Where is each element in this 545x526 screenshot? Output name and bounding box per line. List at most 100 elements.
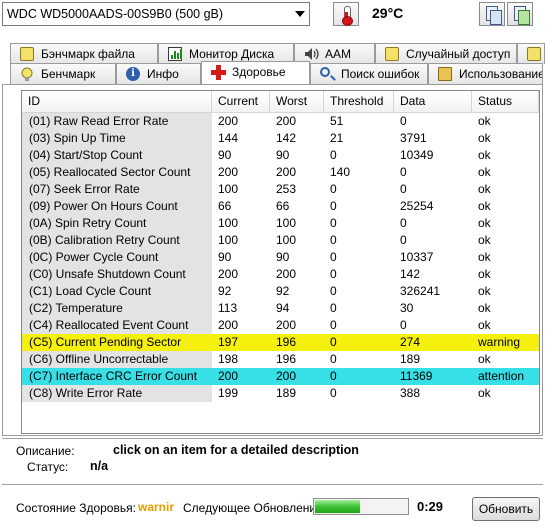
table-row[interactable]: (C6) Offline Uncorrectable 198 196 0 189 ok [22,351,539,368]
column-header-id[interactable]: ID [22,91,212,113]
table-cell: ok [478,352,491,366]
table-row[interactable]: (C0) Unsafe Shutdown Count 200 200 0 142 ok [22,266,539,283]
table-cell: 0 [330,352,337,366]
table-cell: (0B) Calibration Retry Count [22,232,212,249]
tab-label: Бенчмарк [41,67,96,81]
table-cell: 0 [400,318,407,332]
table-cell: 200 [276,114,297,128]
thermometer-icon[interactable] [333,2,359,26]
tab-back-0[interactable]: Бэнчмарк файла [10,43,158,64]
table-cell: 0 [330,369,337,383]
chevron-down-icon[interactable] [295,11,305,17]
table-cell: ok [478,284,491,298]
tab-0[interactable]: Бенчмарк [10,63,116,84]
export-icon[interactable] [507,2,533,26]
table-cell: (C6) Offline Uncorrectable [22,351,212,368]
table-cell: (C7) Interface CRC Error Count [22,368,212,385]
table-cell: 198 [218,352,239,366]
copy-icon[interactable] [479,2,505,26]
table-cell: 100 [276,233,297,247]
table-row[interactable]: (0B) Calibration Retry Count 100 100 0 0 ok [22,232,539,249]
table-row[interactable]: (01) Raw Read Error Rate 200 200 51 0 ok [22,113,539,130]
table-cell: 388 [400,386,421,400]
column-header-current[interactable]: Current [212,91,270,113]
table-cell: 200 [276,165,297,179]
table-cell: 142 [276,131,297,145]
next-update-progress [313,498,409,515]
table-cell: 0 [400,114,407,128]
tab-2[interactable]: Здоровье [201,61,310,84]
table-cell: 100 [218,182,239,196]
table-cell: 0 [330,199,337,213]
table-row[interactable]: (C4) Reallocated Event Count 200 200 0 0 ok [22,317,539,334]
table-cell: 189 [400,352,421,366]
table-cell: 200 [276,369,297,383]
tab-back-label: AAM [325,47,352,61]
table-cell: 0 [400,233,407,247]
table-row[interactable]: (03) Spin Up Time 144 142 21 3791 ok [22,130,539,147]
table-cell: 90 [218,250,232,264]
table-cell: 0 [330,284,337,298]
tab-label: Здоровье [232,65,286,79]
column-header-data[interactable]: Data [394,91,472,113]
table-cell: 0 [400,216,407,230]
table-row[interactable]: (05) Reallocated Sector Count 200 200 140 0 o… [22,164,539,181]
tab-back-4[interactable]: Э [517,43,545,64]
table-cell: 10349 [400,148,434,162]
tab-1[interactable]: i Инфо [116,63,201,84]
table-cell: 142 [400,267,421,281]
divider [2,438,543,439]
table-cell: 0 [330,216,337,230]
table-row[interactable]: (C5) Current Pending Sector 197 196 0 274 war… [22,334,539,351]
tab-label: Инфо [147,67,179,81]
table-row[interactable]: (0A) Spin Retry Count 100 100 0 0 ok [22,215,539,232]
tab-label: Использование [459,67,543,81]
table-row[interactable]: (09) Power On Hours Count 66 66 0 25254 ok [22,198,539,215]
tab-back-3[interactable]: Случайный доступ [375,43,517,64]
health-status-label: Состояние Здоровья: [16,501,136,515]
tab-back-label: Бэнчмарк файла [41,47,135,61]
status-value: n/a [90,459,109,473]
table-cell: (C1) Load Cycle Count [22,283,212,300]
table-cell: 144 [218,131,239,145]
table-row[interactable]: (04) Start/Stop Count 90 90 0 10349 ok [22,147,539,164]
table-row[interactable]: (0C) Power Cycle Count 90 90 0 10337 ok [22,249,539,266]
table-cell: 0 [330,386,337,400]
table-cell: 274 [400,335,421,349]
table-cell: 200 [218,267,239,281]
table-cell: (03) Spin Up Time [22,130,212,147]
table-cell: 100 [276,216,297,230]
table-cell: ok [478,182,491,196]
divider [2,484,543,485]
table-row[interactable]: (07) Seek Error Rate 100 253 0 0 ok [22,181,539,198]
table-cell: 197 [218,335,239,349]
next-update-label: Следующее Обновление: [183,501,327,515]
table-cell: 100 [218,216,239,230]
drive-select[interactable]: WDC WD5000AADS-00S9B0 (500 gB) [2,2,310,26]
table-row[interactable]: (C2) Temperature 113 94 0 30 ok [22,300,539,317]
table-row[interactable]: (C7) Interface CRC Error Count 200 200 0 113… [22,368,539,385]
table-row[interactable]: (C8) Write Error Rate 199 189 0 388 ok [22,385,539,402]
column-header-worst[interactable]: Worst [270,91,324,113]
tab-4[interactable]: Использование [428,63,543,84]
health-status-value: warnir [138,500,175,514]
table-cell: 200 [276,267,297,281]
column-header-threshold[interactable]: Threshold [324,91,394,113]
table-row[interactable]: (C1) Load Cycle Count 92 92 0 326241 ok [22,283,539,300]
refresh-button[interactable]: Обновить [472,497,540,521]
table-cell: ok [478,148,491,162]
table-cell: 90 [276,250,290,264]
table-cell: 51 [330,114,344,128]
table-cell: warning [478,335,521,349]
smart-attribute-list[interactable]: ID Current Worst Threshold Data Status (01) R… [21,90,540,434]
description-label: Описание: [16,444,75,458]
tab-3[interactable]: Поиск ошибок [310,63,428,84]
table-cell: 0 [330,233,337,247]
table-cell: 196 [276,335,297,349]
table-cell: 200 [276,318,297,332]
folder-icon [438,67,452,81]
temperature-value: 29°C [372,5,404,21]
column-header-status[interactable]: Status [472,91,539,113]
next-update-countdown: 0:29 [417,499,444,514]
table-cell: (C8) Write Error Rate [22,385,212,402]
